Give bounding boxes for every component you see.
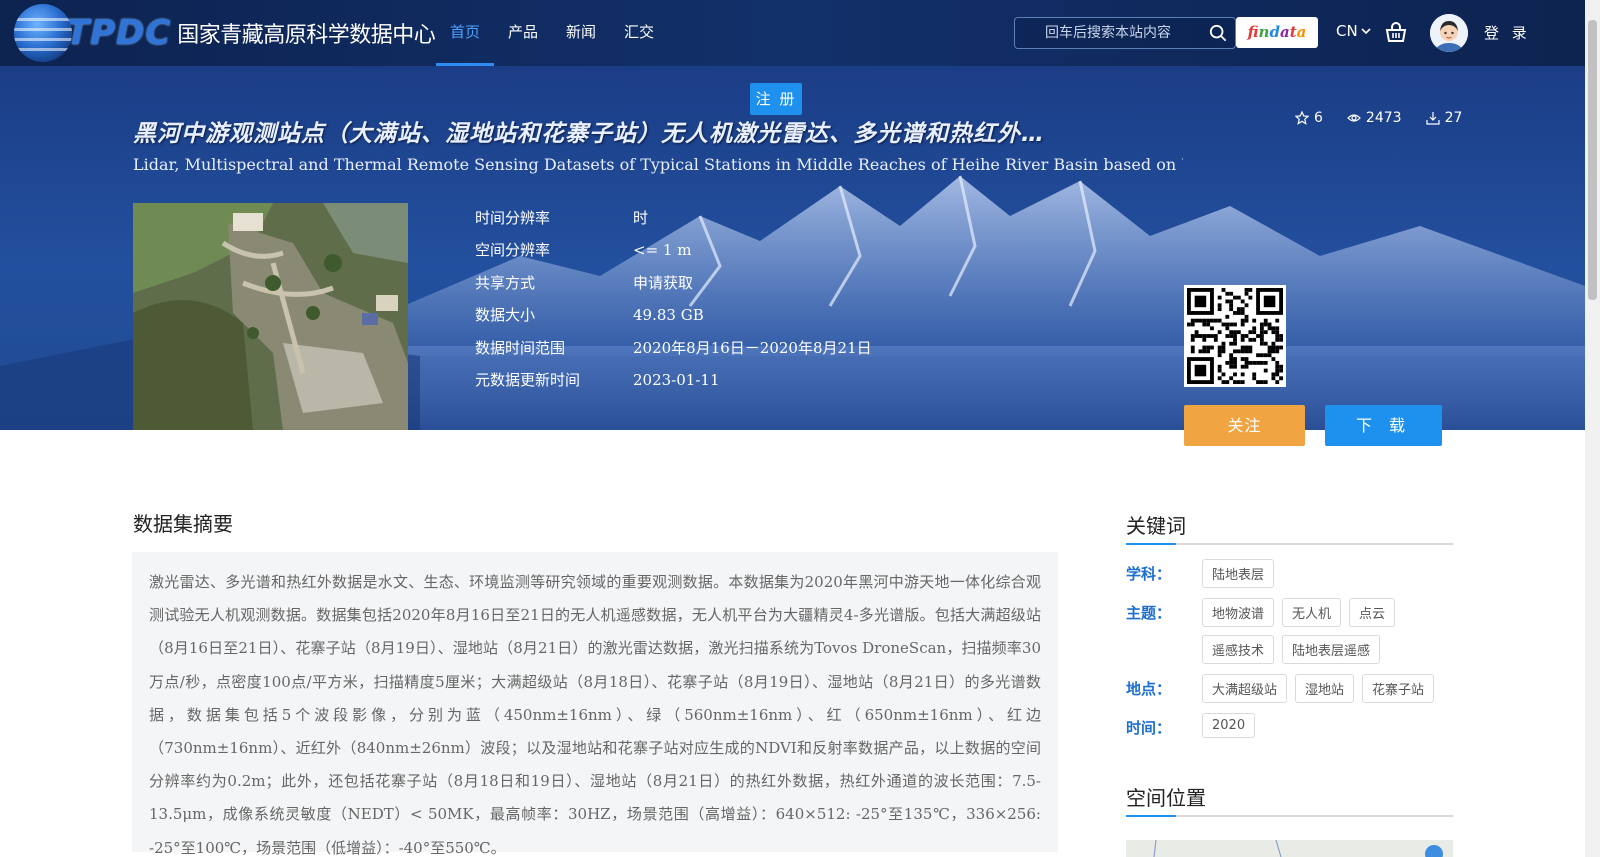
keyword-tag[interactable]: 无人机 (1282, 598, 1342, 627)
meta-value-time-resolution: 时 (633, 208, 649, 227)
meta-label-time-range: 数据时间范围 (475, 338, 566, 357)
star-icon (1295, 111, 1309, 125)
meta-value-size: 49.83 GB (633, 305, 704, 324)
keyword-tag[interactable]: 遥感技术 (1202, 635, 1275, 664)
meta-label-sharing: 共享方式 (475, 273, 536, 292)
keyword-label: 主题： (1126, 604, 1172, 622)
keyword-label: 地点： (1126, 680, 1172, 698)
keyword-group-time: 时间： 2020 (1126, 713, 1453, 738)
keyword-label: 时间： (1126, 719, 1172, 737)
login-link[interactable]: 登 录 (1484, 22, 1531, 43)
dataset-title-cn: 黑河中游观测站点（大满站、湿地站和花寨子站）无人机激光雷达、多光谱和热红外… (133, 121, 1045, 147)
globe-logo-icon (14, 4, 72, 62)
search-input[interactable] (1015, 18, 1205, 48)
download-button[interactable]: 下 载 (1325, 405, 1442, 446)
keyword-tag[interactable]: 花寨子站 (1362, 674, 1435, 703)
meta-label-size: 数据大小 (475, 306, 536, 325)
meta-row: 数据大小 49.83 GB (475, 299, 872, 332)
abstract-title: 数据集摘要 (133, 512, 233, 536)
keyword-tag[interactable]: 大满超级站 (1202, 674, 1288, 703)
avatar-icon (1430, 14, 1468, 52)
favorites-count: 6 (1314, 110, 1323, 126)
findata-link[interactable]: findata (1236, 17, 1318, 48)
map-preview (1153, 840, 1443, 857)
nav-home[interactable]: 首页 (436, 0, 495, 66)
search-box (1014, 17, 1236, 49)
meta-value-time-range: 2020年8月16日－2020年8月21日 (633, 338, 872, 357)
keyword-group-place: 地点： 大满超级站 湿地站 花寨子站 (1126, 674, 1453, 703)
views-count: 2473 (1365, 110, 1402, 126)
search-icon[interactable] (1209, 24, 1227, 42)
nav-products[interactable]: 产品 (494, 0, 552, 66)
aerial-image (133, 203, 408, 430)
site-logo[interactable]: TPDC 国家青藏高原科学数据中心 (14, 4, 436, 62)
top-navbar: TPDC 国家青藏高原科学数据中心 首页 产品 新闻 汇交 findata CN (0, 0, 1585, 66)
dataset-title-en: Lidar, Multispectral and Thermal Remote … (133, 155, 1183, 174)
register-button[interactable]: 注 册 (750, 83, 802, 115)
downloads-count: 27 (1444, 110, 1463, 126)
nav-submit[interactable]: 汇交 (610, 0, 668, 66)
dataset-meta-table: 时间分辨率 时 空间分辨率 <= 1 m 共享方式 申请获取 数据大小 49.8… (475, 201, 872, 396)
keyword-tag[interactable]: 地物波谱 (1202, 598, 1275, 627)
logo-chinese-name: 国家青藏高原科学数据中心 (177, 23, 436, 48)
chevron-down-icon (1361, 28, 1371, 35)
meta-row: 空间分辨率 <= 1 m (475, 234, 872, 267)
meta-value-sharing: 申请获取 (633, 273, 694, 292)
page-scrollbar[interactable] (1585, 0, 1600, 857)
location-map[interactable] (1126, 840, 1453, 857)
main-nav: 首页 产品 新闻 汇交 (436, 0, 668, 66)
meta-row: 时间分辨率 时 (475, 201, 872, 234)
keyword-tag[interactable]: 陆地表层遥感 (1282, 635, 1381, 664)
abstract-text: 激光雷达、多光谱和热红外数据是水文、生态、环境监测等研究领域的重要观测数据。本数… (132, 552, 1058, 857)
meta-label-time-resolution: 时间分辨率 (475, 208, 551, 227)
keywords-title: 关键词 (1126, 510, 1453, 545)
meta-value-updated: 2023-01-11 (633, 370, 720, 389)
dataset-hero: 注 册 黑河中游观测站点（大满站、湿地站和花寨子站）无人机激光雷达、多光谱和热红… (0, 66, 1585, 430)
eye-icon (1347, 114, 1361, 122)
keyword-group-theme: 主题： 地物波谱 无人机 点云 遥感技术 陆地表层遥感 (1126, 598, 1453, 664)
keyword-tag[interactable]: 湿地站 (1295, 674, 1355, 703)
cart-icon[interactable] (1385, 22, 1407, 44)
downloads-stat: 27 (1425, 110, 1463, 126)
user-avatar[interactable] (1430, 14, 1468, 52)
meta-row: 共享方式 申请获取 (475, 266, 872, 299)
meta-value-spatial-resolution: <= 1 m (633, 240, 692, 259)
meta-row: 元数据更新时间 2023-01-11 (475, 364, 872, 397)
meta-row: 数据时间范围 2020年8月16日－2020年8月21日 (475, 331, 872, 364)
dataset-thumbnail (133, 203, 408, 430)
download-icon (1425, 112, 1440, 125)
language-label: CN (1336, 22, 1358, 40)
keyword-label: 学科： (1126, 565, 1172, 583)
keyword-tag[interactable]: 2020 (1202, 713, 1256, 738)
meta-label-spatial-resolution: 空间分辨率 (475, 241, 551, 260)
scrollbar-thumb[interactable] (1588, 20, 1597, 300)
qr-code (1184, 285, 1286, 387)
follow-button[interactable]: 关注 (1184, 405, 1305, 446)
language-switcher[interactable]: CN (1336, 22, 1372, 40)
meta-label-updated: 元数据更新时间 (475, 371, 581, 390)
nav-news[interactable]: 新闻 (552, 0, 610, 66)
keyword-group-discipline: 学科： 陆地表层 (1126, 559, 1453, 588)
keyword-tag[interactable]: 陆地表层 (1202, 559, 1275, 588)
keyword-tag[interactable]: 点云 (1349, 598, 1396, 627)
qr-code-icon (1187, 288, 1283, 384)
views-stat: 2473 (1347, 110, 1402, 126)
logo-tpdc-text: TPDC (66, 13, 172, 53)
spatial-location-title: 空间位置 (1126, 782, 1453, 817)
dataset-stats: 6 2473 27 (1295, 110, 1462, 126)
keywords-panel: 关键词 学科： 陆地表层 主题： 地物波谱 无人机 点云 遥感技术 陆地表层遥感… (1126, 510, 1453, 738)
favorites-stat: 6 (1295, 110, 1323, 126)
